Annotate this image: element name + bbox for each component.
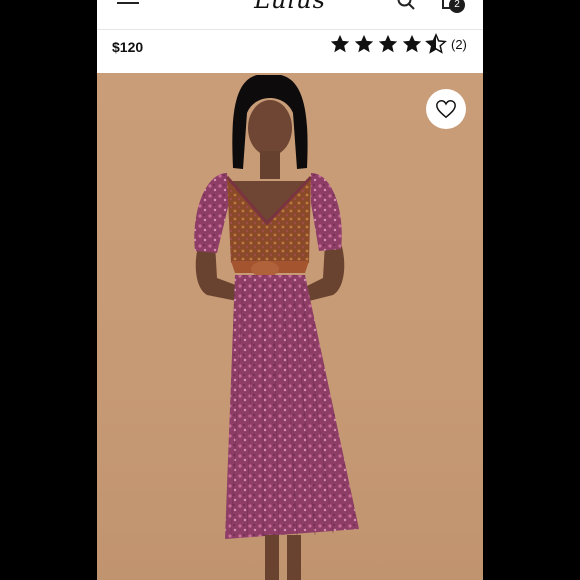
star-full-icon — [330, 34, 350, 53]
star-full-icon — [402, 34, 422, 53]
price-rating-row: $120 (2) — [97, 30, 483, 73]
review-count[interactable]: (2) — [451, 37, 467, 52]
star-half-icon — [425, 33, 447, 54]
menu-icon[interactable] — [117, 0, 139, 10]
site-logo[interactable]: Lulus — [245, 0, 335, 12]
model-wearing-dress-image — [194, 75, 359, 580]
top-navigation-bar: Lulus 2 — [97, 0, 483, 30]
star-full-icon — [378, 34, 398, 53]
wishlist-button[interactable] — [426, 89, 466, 129]
star-full-icon — [354, 34, 374, 53]
product-price: $120 — [112, 39, 144, 55]
star-rating[interactable] — [329, 33, 447, 55]
search-icon[interactable] — [397, 0, 415, 10]
product-screen: Lulus 2 $120 (2) — [97, 0, 483, 580]
product-photo[interactable] — [97, 73, 483, 580]
heart-icon — [436, 100, 456, 119]
